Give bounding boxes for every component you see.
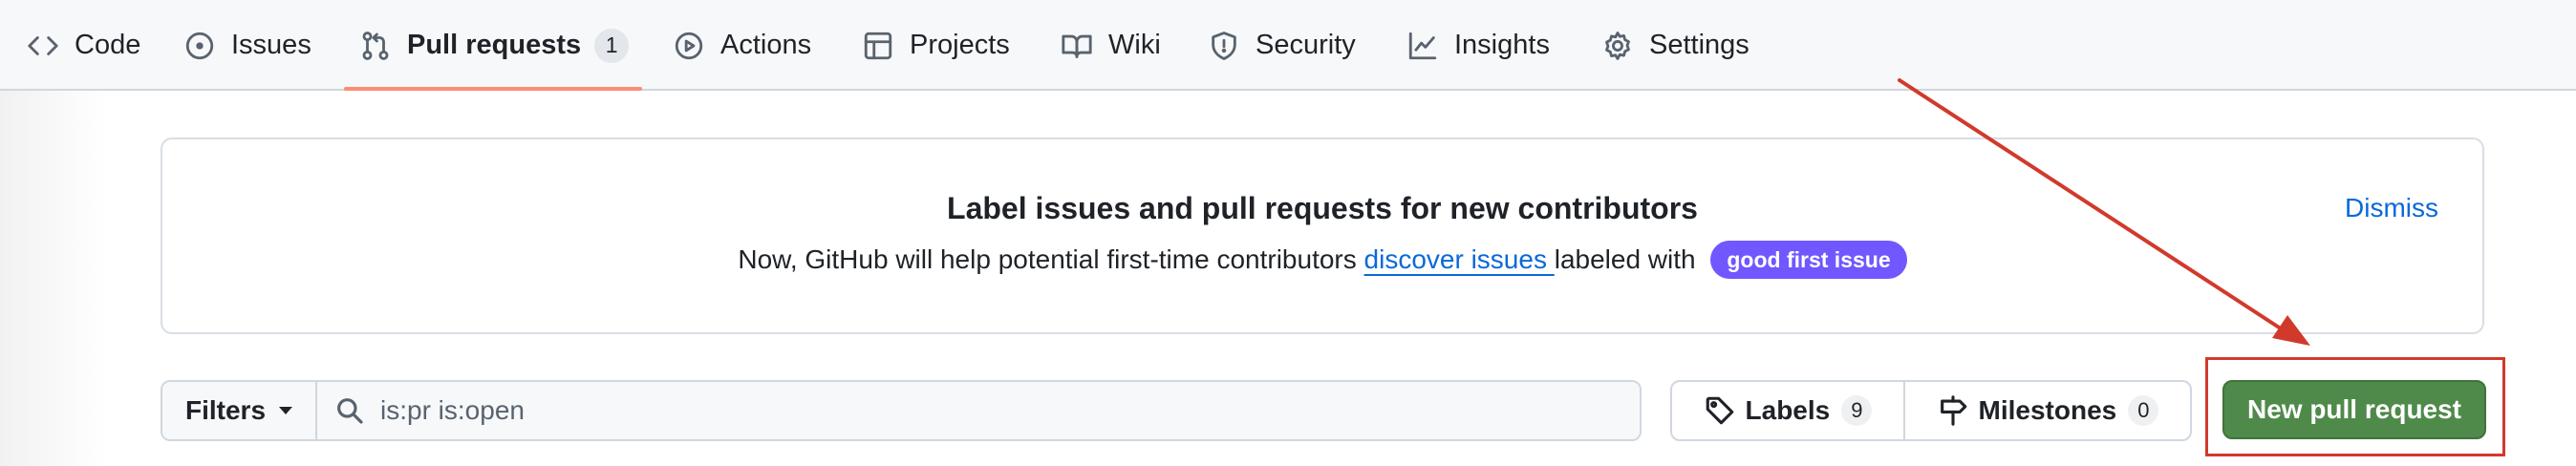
search-input[interactable] [380,382,1640,439]
tab-projects-label: Projects [910,30,1010,60]
tab-pull-requests-label: Pull requests [407,30,582,60]
new-pull-request-button[interactable]: New pull request [2222,380,2486,439]
banner-text-start: Now, GitHub will help potential first-ti… [738,244,1364,274]
caret-down-icon [279,407,293,414]
active-tab-underline [344,87,642,91]
tab-wiki[interactable]: Wiki [1061,0,1161,91]
git-pull-request-icon [362,31,389,60]
milestones-button[interactable]: Milestones 0 [1905,382,2190,439]
play-icon [675,32,703,59]
shield-icon [1212,31,1236,60]
contributor-banner: Label issues and pull requests for new c… [161,138,2484,334]
tab-security-label: Security [1256,30,1356,60]
labels-button-label: Labels [1745,395,1831,425]
repo-nav: Code Issues Pull requests 1 Actions Proj… [0,0,2576,91]
table-icon [864,32,892,59]
code-icon [28,35,58,55]
tab-actions-label: Actions [720,30,812,60]
banner-text: Now, GitHub will help potential first-ti… [162,241,2482,279]
gear-icon [1605,31,1630,60]
tab-security[interactable]: Security [1208,0,1356,91]
book-icon [1062,34,1092,58]
filter-search-group: Filters [161,380,1642,441]
tab-settings-label: Settings [1649,30,1750,60]
dismiss-button[interactable]: Dismiss [2345,193,2438,223]
discover-issues-link[interactable]: discover issues [1364,244,1555,275]
tab-insights-label: Insights [1454,30,1550,60]
filters-button-label: Filters [184,395,267,425]
milestones-button-label: Milestones [1978,395,2117,425]
search-icon [337,398,363,424]
tab-issues[interactable]: Issues [183,0,311,91]
graph-icon [1408,32,1437,59]
tag-icon [1706,396,1733,425]
banner-title: Label issues and pull requests for new c… [947,191,1698,225]
tab-issues-label: Issues [231,30,311,60]
good-first-issue-label[interactable]: good first issue [1710,241,1907,279]
issue-opened-icon [185,32,214,59]
tab-actions[interactable]: Actions [673,0,811,91]
tab-code-label: Code [75,30,141,60]
milestone-icon [1940,395,1966,426]
filters-button[interactable]: Filters [162,382,317,439]
tab-pull-requests[interactable]: Pull requests 1 [359,0,630,91]
tab-code[interactable]: Code [27,0,140,91]
tab-settings[interactable]: Settings [1601,0,1750,91]
labels-counter: 9 [1841,395,1873,426]
tab-insights[interactable]: Insights [1406,0,1550,91]
labels-button[interactable]: Labels 9 [1672,382,1905,439]
milestones-counter: 0 [2128,395,2159,426]
banner-text-end: labeled with [1554,244,1704,274]
pull-requests-counter: 1 [594,28,630,63]
search-field [317,382,1640,439]
labels-milestones-group: Labels 9 Milestones 0 [1670,380,2192,441]
tab-wiki-label: Wiki [1108,30,1161,60]
tab-projects[interactable]: Projects [862,0,1010,91]
